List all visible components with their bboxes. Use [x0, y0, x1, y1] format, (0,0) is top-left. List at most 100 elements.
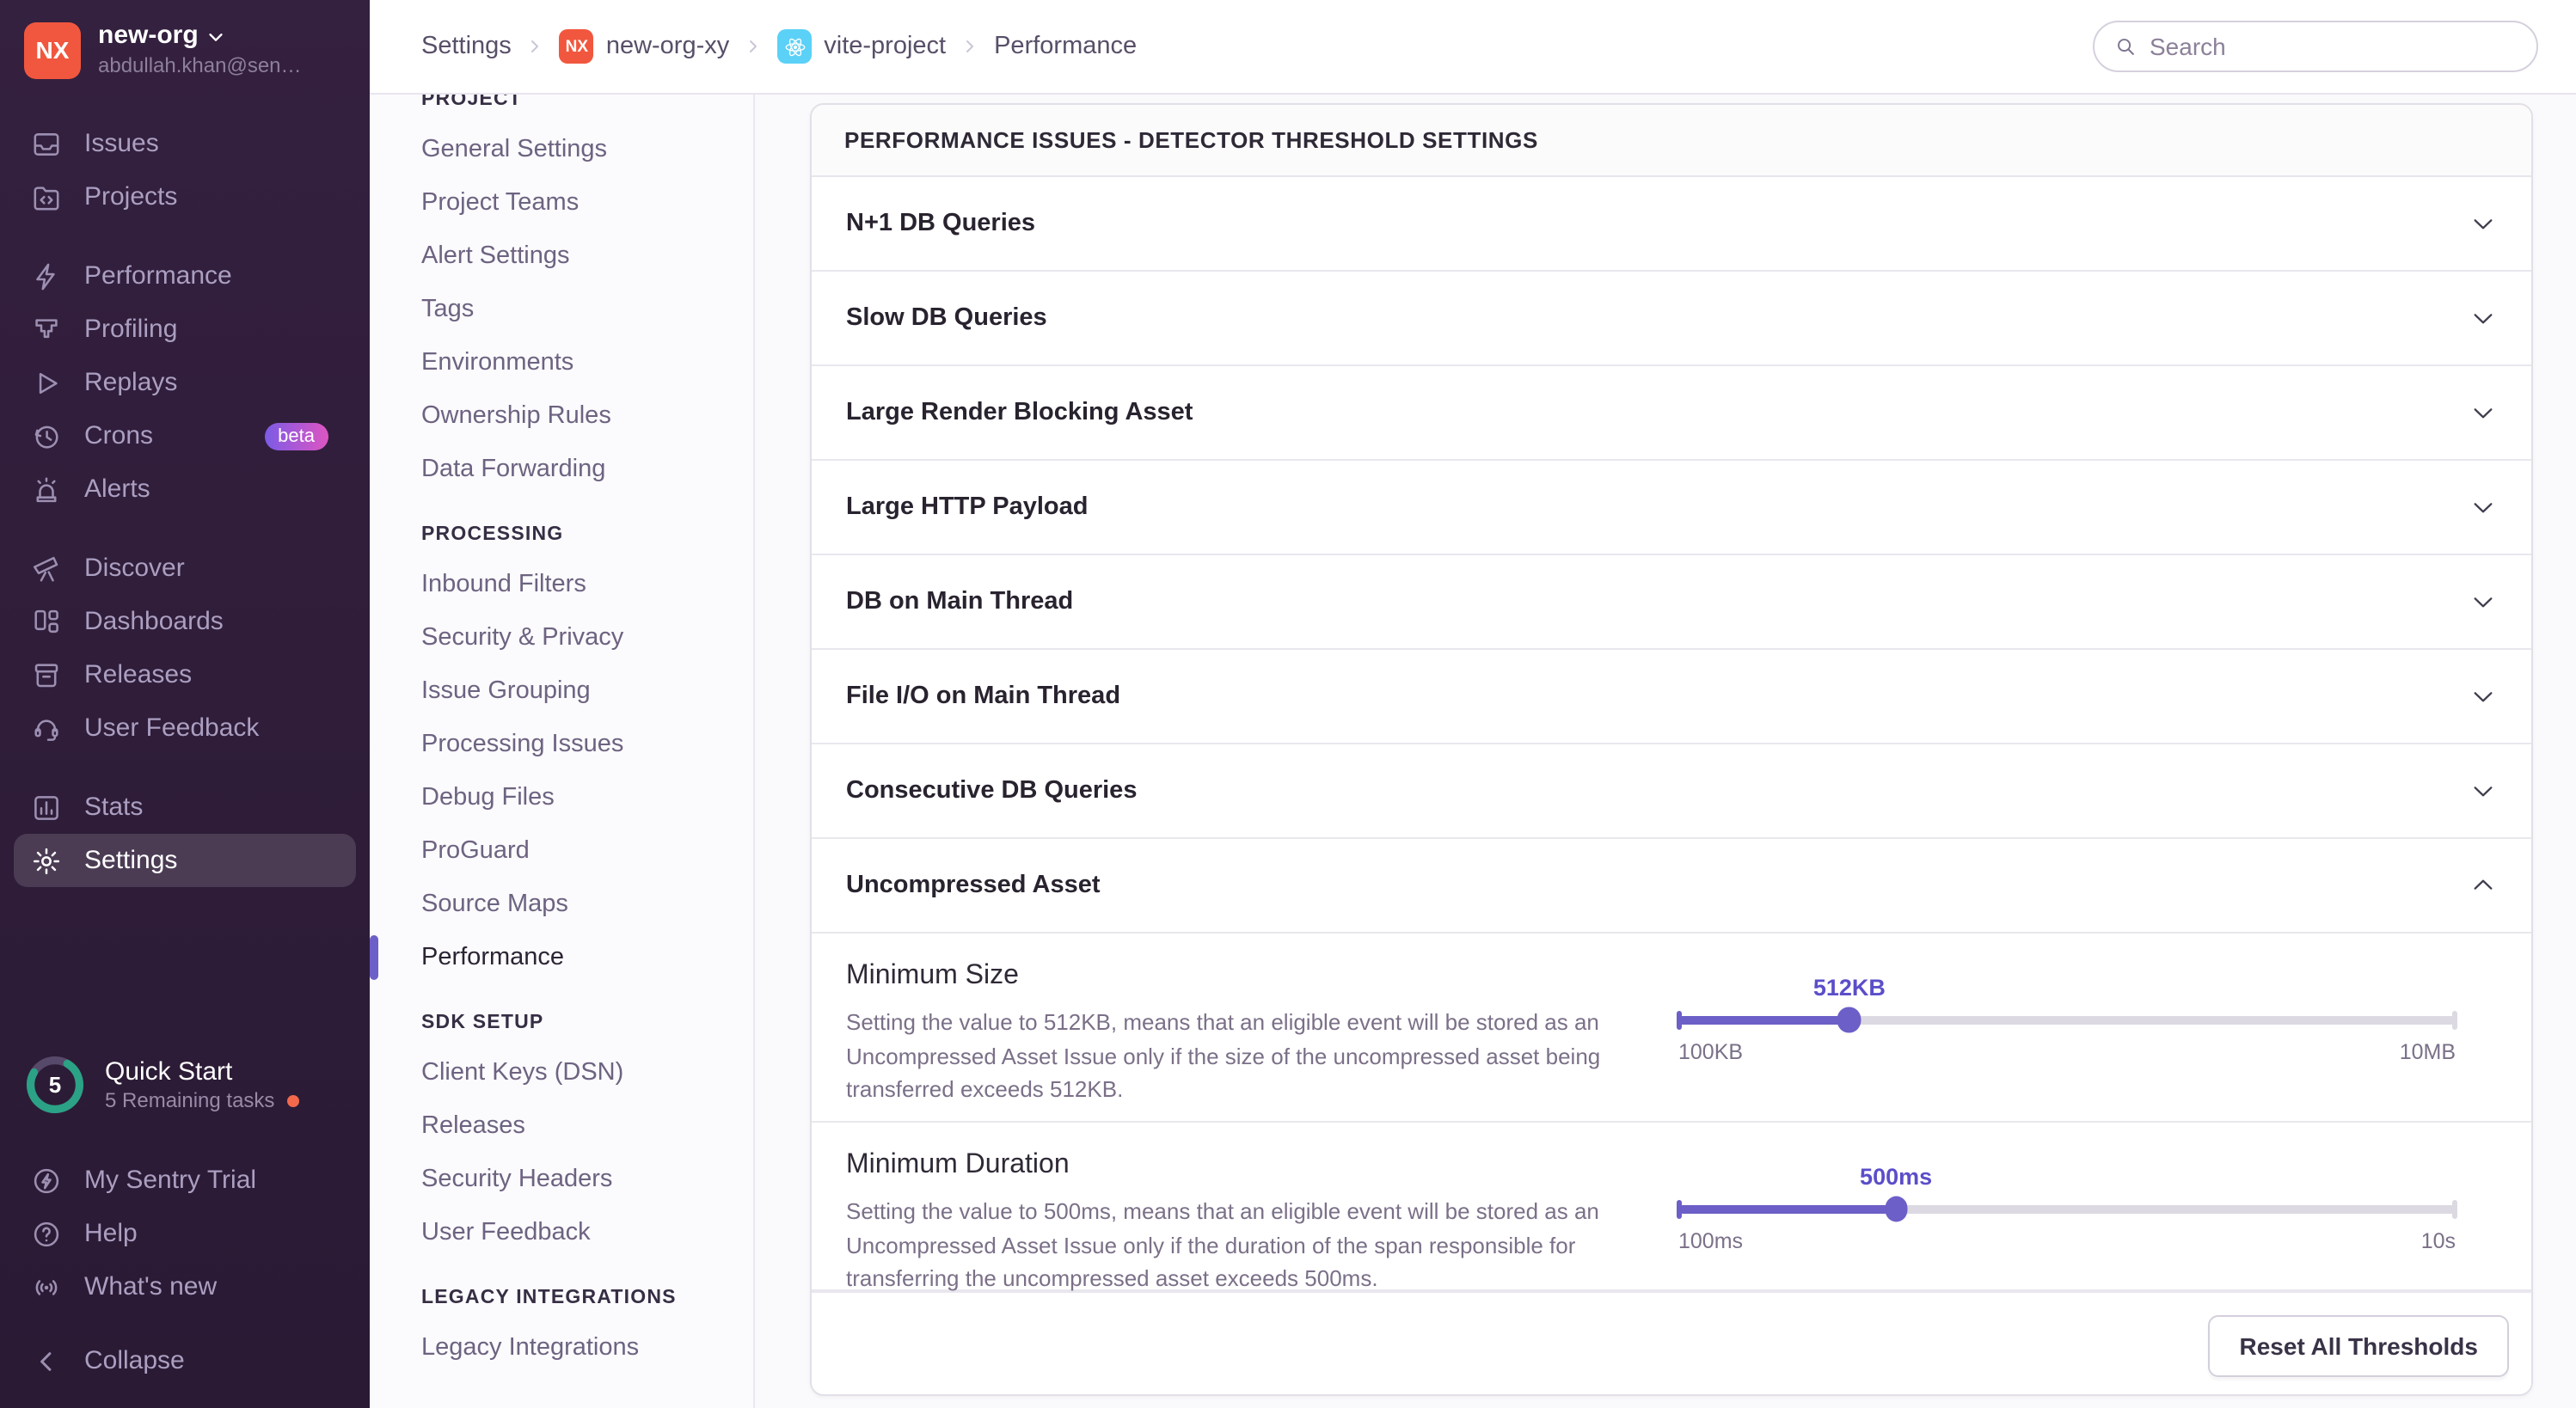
- slider-thumb[interactable]: [1885, 1197, 1908, 1221]
- sidebar-item-user-feedback[interactable]: User Feedback: [0, 701, 370, 755]
- replays-icon: [31, 367, 62, 398]
- sidebar-item-label: Help: [84, 1219, 138, 1248]
- sidebar-item-projects[interactable]: Projects: [0, 170, 370, 223]
- sidebar-item-label: Stats: [84, 793, 143, 822]
- settings-nav-item-security-headers[interactable]: Security Headers: [370, 1152, 753, 1205]
- beta-badge: beta: [264, 422, 328, 450]
- detector-label: Large HTTP Payload: [846, 493, 1089, 521]
- detector-row-n-1-db-queries[interactable]: N+1 DB Queries: [812, 177, 2531, 272]
- sidebar-item-performance[interactable]: Performance: [0, 249, 370, 303]
- sidebar-collapse-button[interactable]: Collapse: [0, 1334, 370, 1387]
- breadcrumb-separator-icon: [743, 36, 764, 57]
- settings-icon: [31, 845, 62, 876]
- sidebar-item-replays[interactable]: Replays: [0, 356, 370, 409]
- sidebar-item-profiling[interactable]: Profiling: [0, 303, 370, 356]
- org-name: new-org: [98, 21, 199, 52]
- sidebar-item-alerts[interactable]: Alerts: [0, 462, 370, 516]
- quick-start-widget[interactable]: 5 Quick Start 5 Remaining tasks: [0, 1040, 370, 1129]
- detector-row-large-http-payload[interactable]: Large HTTP Payload: [812, 461, 2531, 555]
- sidebar-item-settings[interactable]: Settings: [14, 834, 356, 887]
- detector-row-db-on-main-thread[interactable]: DB on Main Thread: [812, 555, 2531, 650]
- slider-min-tick: [1677, 1010, 1682, 1030]
- detector-row-large-render-blocking-asset[interactable]: Large Render Blocking Asset: [812, 366, 2531, 461]
- settings-nav-item-alert-settings[interactable]: Alert Settings: [370, 229, 753, 282]
- chevron-down-icon: [2469, 304, 2497, 332]
- releases-icon: [31, 659, 62, 690]
- slider-track[interactable]: [1678, 1016, 2456, 1024]
- sidebar-item-label: What's new: [84, 1272, 217, 1301]
- org-meta: new-org abdullah.khan@sen…: [98, 21, 302, 79]
- settings-nav-heading-legacy-integrations: LEGACY INTEGRATIONS: [370, 1286, 753, 1320]
- settings-nav-item-tags[interactable]: Tags: [370, 282, 753, 335]
- sidebar-item-my-sentry-trial[interactable]: My Sentry Trial: [0, 1154, 370, 1207]
- sidebar-item-help[interactable]: Help: [0, 1207, 370, 1260]
- sidebar-item-releases[interactable]: Releases: [0, 648, 370, 701]
- settings-nav-item-inbound-filters[interactable]: Inbound Filters: [370, 557, 753, 610]
- detector-row-slow-db-queries[interactable]: Slow DB Queries: [812, 272, 2531, 366]
- detector-list: N+1 DB QueriesSlow DB QueriesLarge Rende…: [812, 177, 2531, 934]
- settings-nav-item-performance[interactable]: Performance: [370, 930, 753, 983]
- breadcrumb: Settings NXnew-org-xy vite-project Performa…: [421, 29, 1137, 64]
- performance-icon: [31, 260, 62, 291]
- quick-start-subtitle: 5 Remaining tasks: [105, 1087, 274, 1113]
- reset-all-thresholds-button[interactable]: Reset All Thresholds: [2209, 1314, 2510, 1376]
- sidebar-item-stats[interactable]: Stats: [0, 781, 370, 834]
- chevron-down-icon: [2469, 493, 2497, 521]
- settings-nav-item-data-forwarding[interactable]: Data Forwarding: [370, 442, 753, 495]
- settings-nav-item-client-keys-dsn[interactable]: Client Keys (DSN): [370, 1045, 753, 1099]
- settings-nav-item-ownership-rules[interactable]: Ownership Rules: [370, 389, 753, 442]
- chevron-down-icon: [2469, 588, 2497, 615]
- settings-nav-item-general-settings[interactable]: General Settings: [370, 122, 753, 175]
- sidebar-item-issues[interactable]: Issues: [0, 117, 370, 170]
- sidebar-item-crons[interactable]: Crons beta: [0, 409, 370, 462]
- org-avatar: NX: [24, 21, 81, 78]
- sidebar-item-dashboards[interactable]: Dashboards: [0, 595, 370, 648]
- sidebar-item-what-s-new[interactable]: What's new: [0, 1260, 370, 1313]
- sidebar-item-label: My Sentry Trial: [84, 1166, 256, 1195]
- trial-icon: [31, 1165, 62, 1196]
- detector-row-consecutive-db-queries[interactable]: Consecutive DB Queries: [812, 744, 2531, 839]
- breadcrumb-new-org-xy[interactable]: NXnew-org-xy: [560, 29, 729, 64]
- sidebar-item-discover[interactable]: Discover: [0, 542, 370, 595]
- minimum-duration-title: Minimum Duration: [846, 1148, 1628, 1183]
- stats-icon: [31, 792, 62, 823]
- search-box[interactable]: [2093, 21, 2538, 72]
- settings-nav-item-project-teams[interactable]: Project Teams: [370, 175, 753, 229]
- breadcrumb-performance[interactable]: Performance: [994, 33, 1137, 60]
- crons-icon: [31, 420, 62, 451]
- search-input[interactable]: [2150, 33, 2518, 60]
- settings-nav-item-environments[interactable]: Environments: [370, 335, 753, 389]
- slider-min-label: 100KB: [1678, 1039, 1743, 1063]
- slider-max-tick: [2452, 1199, 2457, 1219]
- org-switcher[interactable]: NX new-org abdullah.khan@sen…: [0, 0, 370, 96]
- settings-nav-item-proguard[interactable]: ProGuard: [370, 823, 753, 877]
- detector-row-uncompressed-asset[interactable]: Uncompressed Asset: [812, 839, 2531, 934]
- breadcrumb-vite-project[interactable]: vite-project: [777, 29, 946, 64]
- minimum-size-text: Minimum Size Setting the value to 512KB,…: [846, 934, 1628, 1121]
- issues-icon: [31, 128, 62, 159]
- settings-nav-item-legacy-integrations[interactable]: Legacy Integrations: [370, 1320, 753, 1374]
- settings-nav-item-source-maps[interactable]: Source Maps: [370, 877, 753, 930]
- detector-label: File I/O on Main Thread: [846, 683, 1120, 710]
- detector-row-file-i-o-on-main-thread[interactable]: File I/O on Main Thread: [812, 650, 2531, 744]
- minimum-size-slider: 512KB 100KB 10MB: [1678, 934, 2456, 1121]
- settings-nav-item-issue-grouping[interactable]: Issue Grouping: [370, 664, 753, 717]
- sidebar-item-label: Crons: [84, 421, 153, 450]
- collapse-label: Collapse: [84, 1346, 185, 1375]
- settings-nav-item-debug-files[interactable]: Debug Files: [370, 770, 753, 823]
- settings-nav-item-releases[interactable]: Releases: [370, 1099, 753, 1152]
- top-bar: Settings NXnew-org-xy vite-project Performa…: [370, 0, 2576, 95]
- sidebar-item-label: Alerts: [84, 474, 150, 504]
- settings-nav-item-processing-issues[interactable]: Processing Issues: [370, 717, 753, 770]
- settings-nav-item-user-feedback[interactable]: User Feedback: [370, 1205, 753, 1258]
- settings-nav-item-security-privacy[interactable]: Security & Privacy: [370, 610, 753, 664]
- slider-thumb[interactable]: [1837, 1007, 1861, 1032]
- sidebar-footer-items: My Sentry Trial Help What's new: [0, 1154, 370, 1313]
- right-region: Settings NXnew-org-xy vite-project Performa…: [370, 0, 2576, 1408]
- quick-start-count: 5: [49, 1072, 61, 1098]
- detector-label: DB on Main Thread: [846, 588, 1073, 615]
- user-feedback-icon: [31, 713, 62, 744]
- slider-track[interactable]: [1678, 1205, 2456, 1213]
- breadcrumb-label: Performance: [994, 33, 1137, 60]
- breadcrumb-settings[interactable]: Settings: [421, 33, 512, 60]
